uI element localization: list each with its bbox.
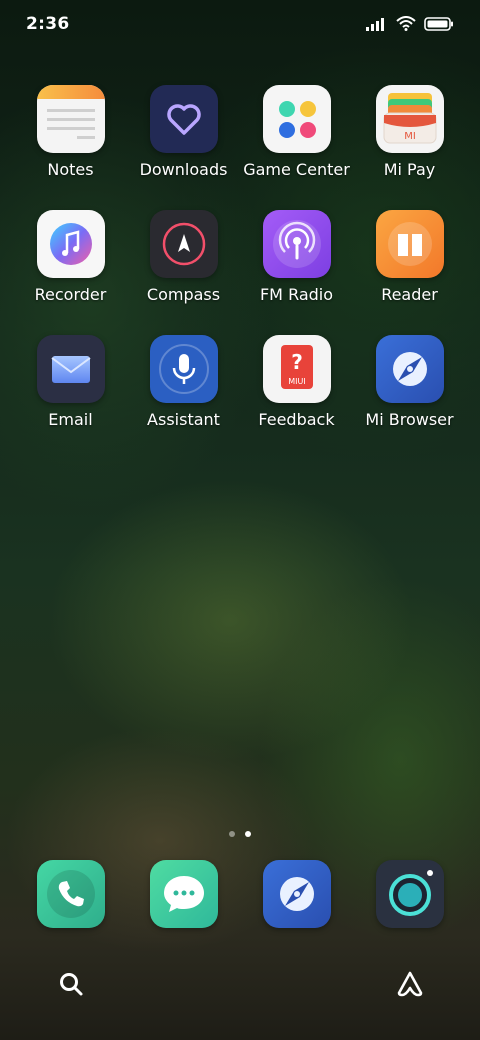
- app-label: Reader: [381, 285, 438, 304]
- app-label: Game Center: [243, 160, 350, 179]
- page-dot-active[interactable]: [245, 831, 251, 837]
- bottom-bar: [0, 960, 480, 1010]
- app-game-center[interactable]: Game Center: [240, 85, 353, 179]
- browser-icon: [262, 860, 331, 928]
- search-icon[interactable]: [58, 971, 84, 1001]
- app-email[interactable]: Email: [14, 335, 127, 429]
- app-label: Downloads: [139, 160, 228, 179]
- app-feedback[interactable]: ? MIUI Feedback: [240, 335, 353, 429]
- svg-text:MIUI: MIUI: [288, 377, 305, 386]
- envelope-icon: [36, 335, 105, 403]
- dock-browser[interactable]: [240, 860, 353, 928]
- app-notes[interactable]: Notes: [14, 85, 127, 179]
- notes-icon: [36, 85, 105, 153]
- dock-phone[interactable]: [14, 860, 127, 928]
- status-time: 2:36: [26, 14, 70, 34]
- svg-text:MI: MI: [404, 131, 416, 142]
- app-assistant[interactable]: Assistant: [127, 335, 240, 429]
- app-downloads[interactable]: Downloads: [127, 85, 240, 179]
- app-mi-pay[interactable]: MI Mi Pay: [353, 85, 466, 179]
- app-label: Feedback: [258, 410, 335, 429]
- dock-camera[interactable]: [353, 860, 466, 928]
- app-label: Notes: [47, 160, 94, 179]
- app-label: Compass: [146, 285, 221, 304]
- wallet-icon: MI: [375, 85, 444, 153]
- app-label: Assistant: [147, 410, 220, 429]
- app-label: Email: [48, 410, 93, 429]
- compass-icon: [149, 210, 218, 278]
- phone-icon: [36, 860, 105, 928]
- page-dot[interactable]: [229, 831, 235, 837]
- page-indicator: [0, 831, 480, 837]
- camera-icon: [375, 860, 444, 928]
- app-fm-radio[interactable]: FM Radio: [240, 210, 353, 304]
- app-vault-icon[interactable]: [396, 970, 424, 1002]
- app-label: FM Radio: [259, 285, 334, 304]
- svg-text:?: ?: [291, 350, 303, 374]
- wifi-icon: [396, 16, 416, 35]
- status-icons: [366, 16, 454, 35]
- app-label: Mi Pay: [383, 160, 436, 179]
- microphone-icon: [149, 335, 218, 403]
- app-recorder[interactable]: Recorder: [14, 210, 127, 304]
- browser-icon: [375, 335, 444, 403]
- status-bar: 2:36: [0, 0, 480, 48]
- book-icon: [375, 210, 444, 278]
- signal-icon: [366, 16, 388, 35]
- radio-icon: [262, 210, 331, 278]
- battery-icon: [424, 16, 454, 35]
- app-label: Mi Browser: [365, 410, 454, 429]
- feedback-icon: ? MIUI: [262, 335, 331, 403]
- dock-messaging[interactable]: [127, 860, 240, 928]
- app-compass[interactable]: Compass: [127, 210, 240, 304]
- heart-icon: [149, 85, 218, 153]
- messaging-icon: [149, 860, 218, 928]
- app-label: Recorder: [34, 285, 107, 304]
- app-mi-browser[interactable]: Mi Browser: [353, 335, 466, 429]
- game-center-icon: [262, 85, 331, 153]
- app-reader[interactable]: Reader: [353, 210, 466, 304]
- music-note-icon: [36, 210, 105, 278]
